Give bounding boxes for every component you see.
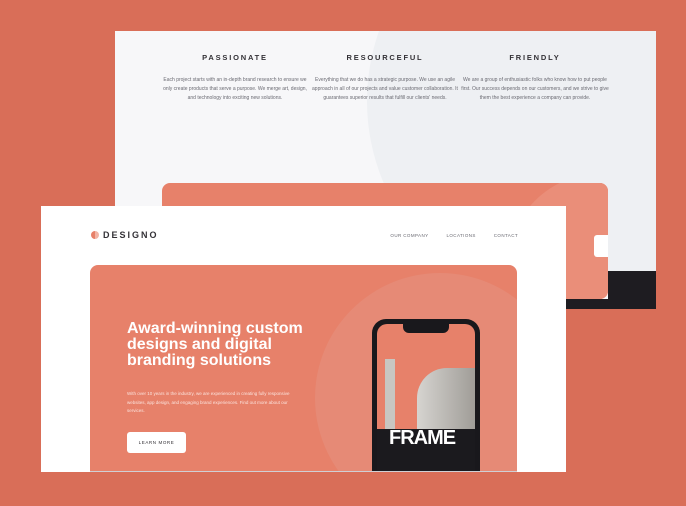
feature-resourceful: RESOURCEFUL Everything that we do has a … — [310, 53, 460, 103]
hero-title: Award-winning custom designs and digital… — [127, 320, 303, 369]
feature-text: Each project starts with an in-depth bra… — [163, 77, 307, 101]
phone-mockup: FRAME — [372, 319, 480, 472]
feature-text: We are a group of enthusiastic folks who… — [461, 77, 609, 101]
feature-title: FRIENDLY — [509, 53, 561, 62]
feature-passionate: PASSIONATE Each project starts with an i… — [160, 53, 310, 103]
logo[interactable]: DESIGNO — [91, 230, 159, 240]
phone-notch — [403, 324, 449, 333]
logo-icon — [91, 231, 99, 239]
hero-description: With over 10 years in the industry, we a… — [127, 391, 290, 413]
phone-screen: FRAME — [377, 324, 475, 472]
main-nav: OUR COMPANY LOCATIONS CONTACT — [390, 233, 518, 238]
nav-item-contact[interactable]: CONTACT — [494, 233, 518, 238]
hero-section: Award-winning custom designs and digital… — [90, 265, 517, 472]
feature-friendly: FRIENDLY We are a group of enthusiastic … — [460, 53, 610, 103]
feature-title: PASSIONATE — [202, 53, 268, 62]
cta-button[interactable] — [594, 235, 608, 257]
feature-text: Everything that we do has a strategic pu… — [312, 77, 458, 101]
front-screen-preview: DESIGNO OUR COMPANY LOCATIONS CONTACT Aw… — [41, 206, 566, 472]
learn-more-button[interactable]: LEARN MORE — [127, 432, 186, 453]
logo-text: DESIGNO — [103, 230, 159, 240]
feature-title: RESOURCEFUL — [346, 53, 424, 62]
nav-item-locations[interactable]: LOCATIONS — [447, 233, 476, 238]
nav-item-our-company[interactable]: OUR COMPANY — [390, 233, 428, 238]
divider — [90, 471, 517, 472]
phone-frame-text: FRAME — [389, 427, 456, 449]
